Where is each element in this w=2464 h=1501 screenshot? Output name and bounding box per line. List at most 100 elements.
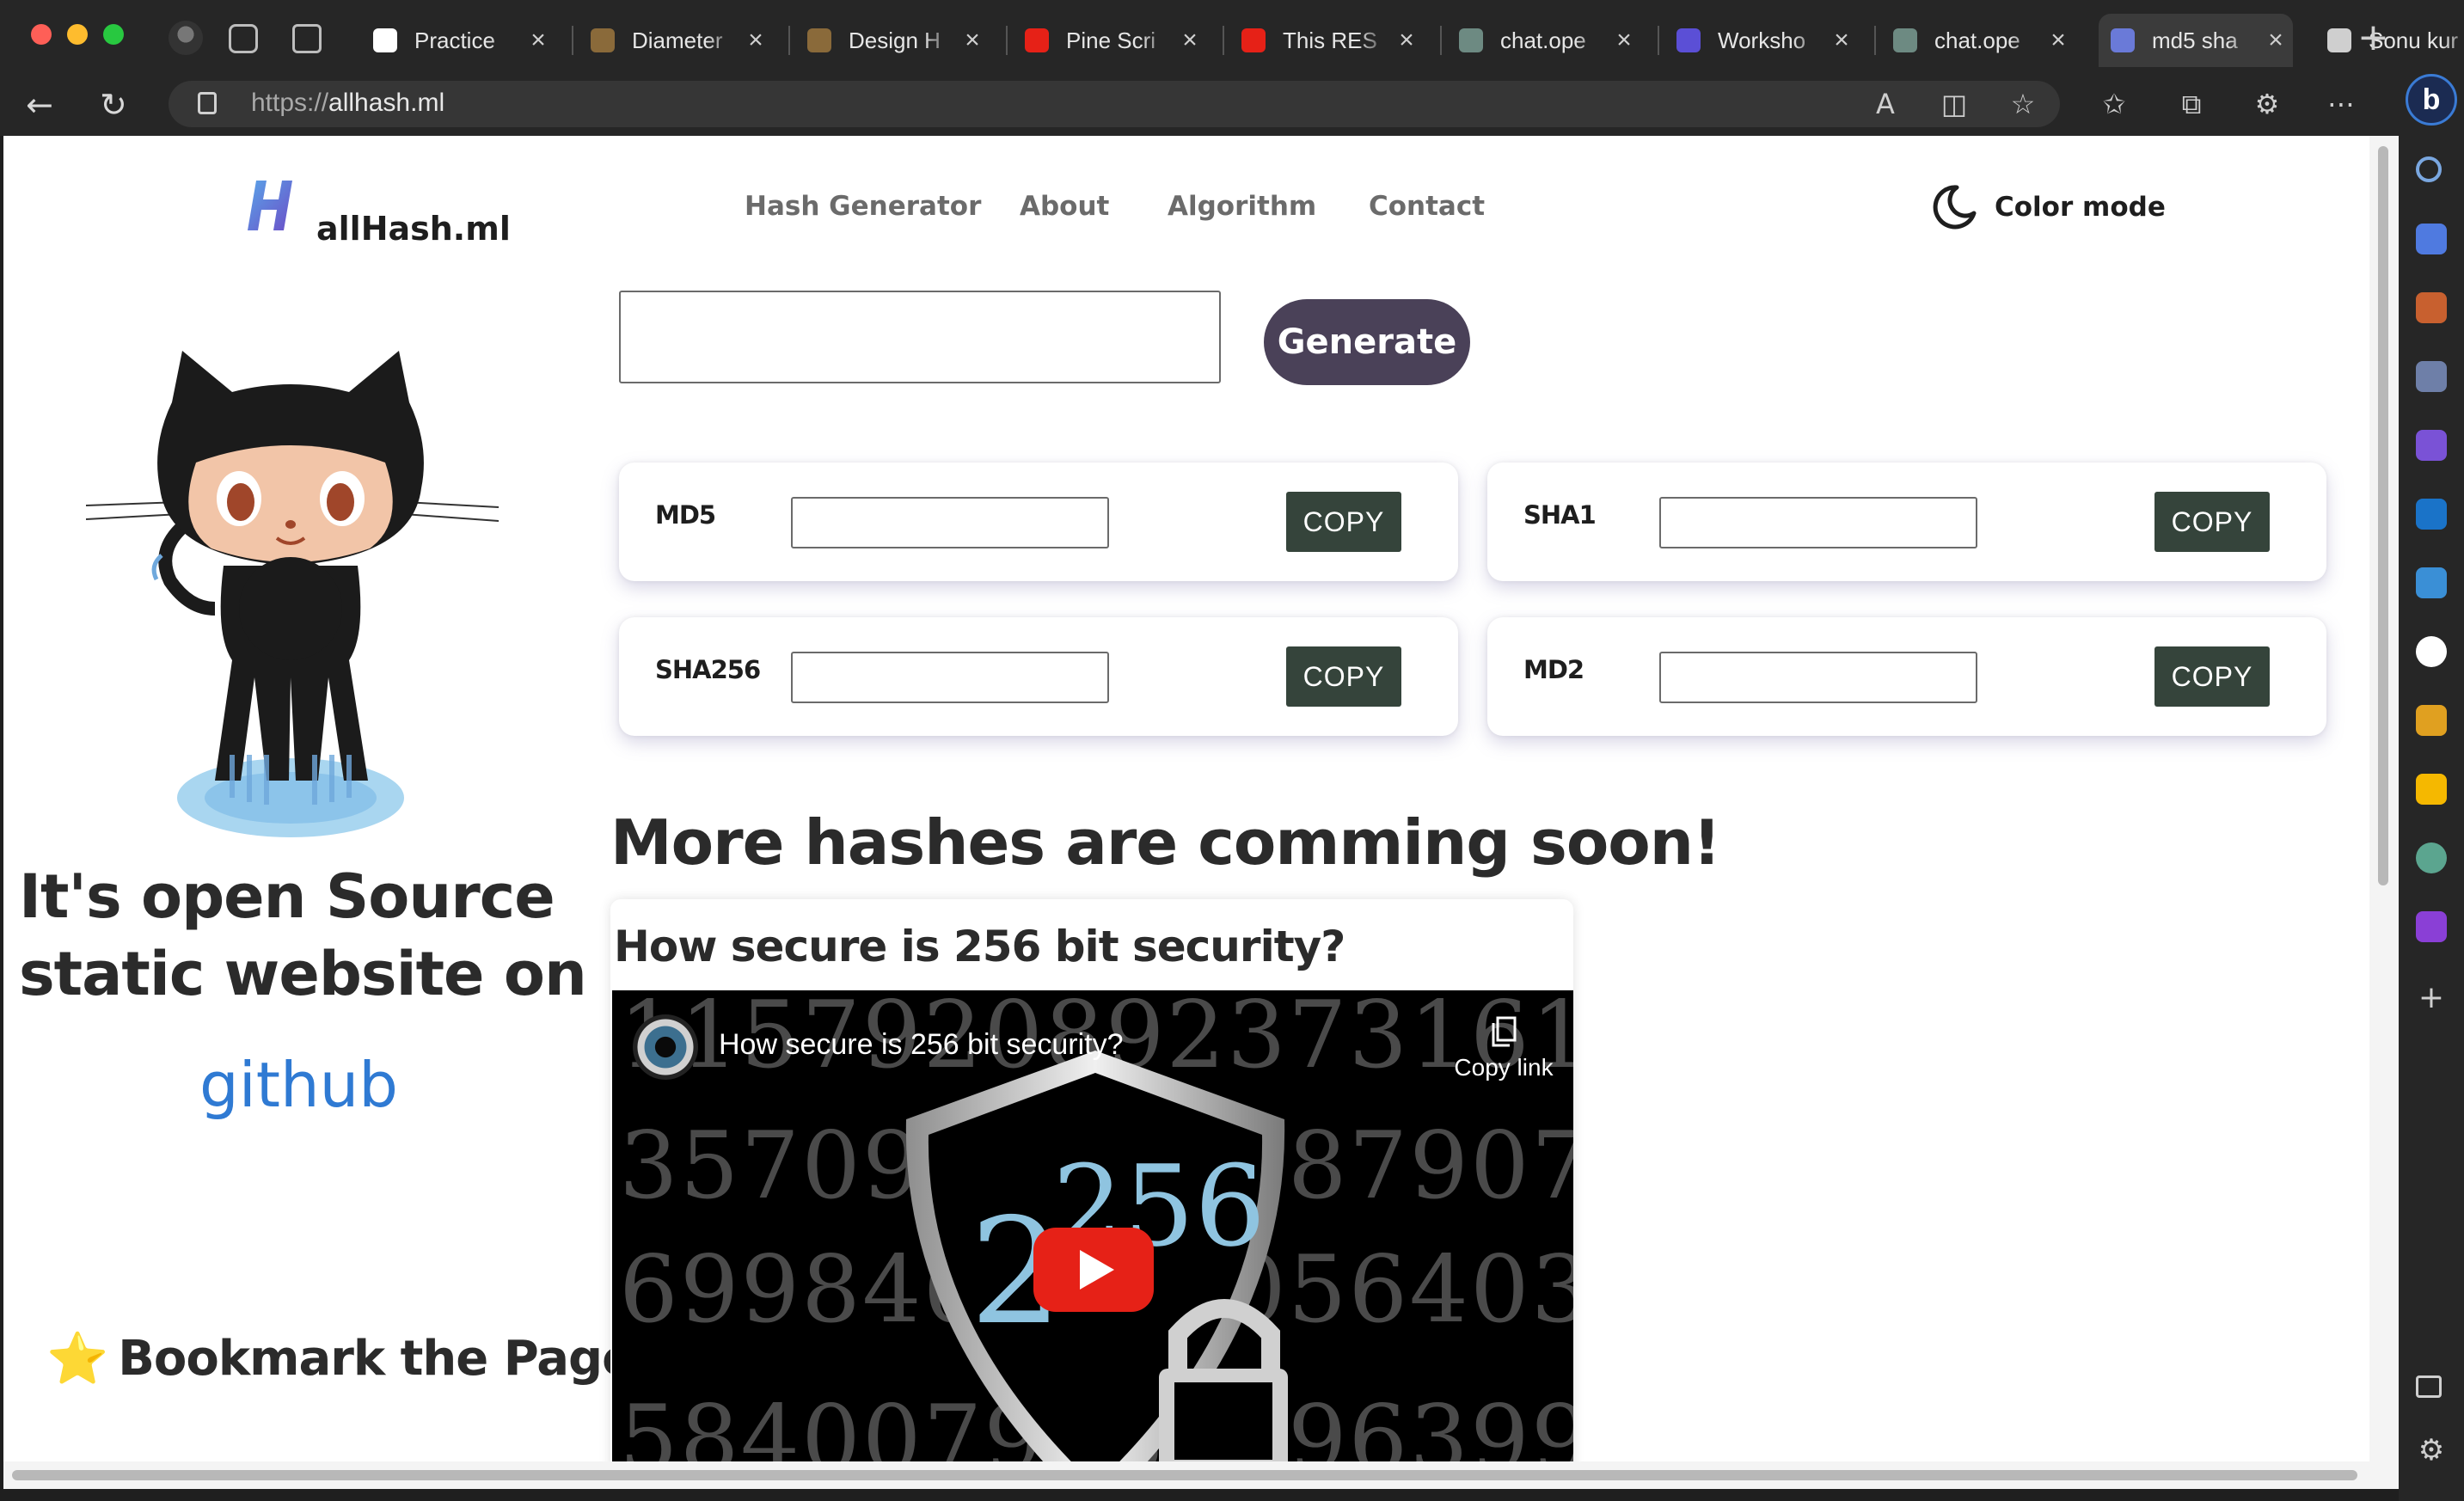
- tab-favicon-icon: [2327, 28, 2351, 52]
- outlook-icon[interactable]: [2416, 499, 2447, 530]
- color-mode-toggle[interactable]: Color mode: [1931, 184, 2166, 230]
- tab-favicon-icon: [807, 28, 831, 52]
- hide-sidebar-icon[interactable]: [2416, 1375, 2442, 1398]
- microsoft365-icon[interactable]: [2416, 430, 2447, 461]
- octocat-image: [86, 351, 499, 837]
- md5-output-field[interactable]: [791, 497, 1109, 548]
- close-tab-icon[interactable]: ×: [739, 26, 773, 55]
- hash-card-sha256: SHA256 COPY: [619, 617, 1458, 736]
- horizontal-scrollbar[interactable]: [3, 1461, 2369, 1489]
- sha256-output-field[interactable]: [791, 652, 1109, 703]
- tools-briefcase-icon[interactable]: [2416, 292, 2447, 323]
- browser-chrome: Practice × Diameter × Design H × Pine Scri × Thi…: [0, 0, 2464, 136]
- maximize-window-button[interactable]: [103, 24, 124, 45]
- shopping-tag-icon[interactable]: [2416, 224, 2447, 254]
- close-tab-icon[interactable]: ×: [2041, 26, 2075, 55]
- address-bar[interactable]: https://allhash.ml: [169, 81, 2060, 127]
- browser-tab[interactable]: This RES ×: [1229, 14, 1424, 67]
- telegram-icon[interactable]: [2416, 567, 2447, 598]
- nav-contact[interactable]: Contact: [1369, 191, 1485, 222]
- app-icon[interactable]: [2416, 911, 2447, 942]
- browser-tab[interactable]: chat.ope ×: [1881, 14, 2075, 67]
- bing-copilot-button[interactable]: b: [2399, 74, 2464, 136]
- copy-md2-button[interactable]: COPY: [2154, 646, 2270, 707]
- browser-tab[interactable]: Diameter ×: [579, 14, 773, 67]
- browser-tab[interactable]: Worksho ×: [1664, 14, 1859, 67]
- browser-tab[interactable]: Pine Scri ×: [1013, 14, 1207, 67]
- minimize-window-button[interactable]: [67, 24, 88, 45]
- close-tab-icon[interactable]: ×: [1173, 26, 1207, 55]
- tab-favicon-icon: [2111, 28, 2135, 52]
- vertical-scrollbar[interactable]: [2369, 136, 2399, 1489]
- copy-link-label: Copy link: [1454, 1054, 1554, 1081]
- close-window-button[interactable]: [31, 24, 52, 45]
- browser-tab[interactable]: Design H ×: [795, 14, 990, 67]
- allhash-logo-icon[interactable]: [248, 177, 301, 234]
- hash-text-input[interactable]: [619, 291, 1221, 383]
- browser-tab[interactable]: Practice ×: [361, 14, 555, 67]
- favorites-icon[interactable]: ✩: [2099, 89, 2129, 119]
- slack-icon[interactable]: [2416, 705, 2447, 736]
- close-tab-icon[interactable]: ×: [1607, 26, 1641, 55]
- sha1-output-field[interactable]: [1659, 497, 1977, 548]
- workspaces-icon[interactable]: [229, 24, 258, 53]
- sidebar-settings-icon[interactable]: ⚙: [2416, 1436, 2447, 1467]
- copy-md5-button[interactable]: COPY: [1286, 492, 1401, 552]
- hash-label: MD5: [655, 500, 716, 530]
- browser-tab[interactable]: Sonu kur×: [2315, 14, 2464, 67]
- favorite-star-icon[interactable]: ☆: [2008, 89, 2038, 119]
- chatgpt-icon[interactable]: [2416, 842, 2447, 873]
- close-tab-icon[interactable]: ×: [521, 26, 555, 55]
- close-tab-icon[interactable]: ×: [955, 26, 990, 55]
- tab-title: Diameter: [632, 27, 723, 53]
- tab-separator: [1658, 26, 1659, 55]
- bookmark-text: Bookmark the Page: [118, 1331, 634, 1387]
- hash-label: SHA256: [655, 655, 761, 684]
- collections-icon[interactable]: ⧉: [2177, 89, 2206, 119]
- browser-tab[interactable]: chat.ope ×: [1447, 14, 1641, 67]
- github-link[interactable]: github: [199, 1049, 398, 1121]
- close-tab-icon[interactable]: ×: [2259, 26, 2293, 55]
- nav-algorithm[interactable]: Algorithm: [1168, 191, 1316, 222]
- copy-sha256-button[interactable]: COPY: [1286, 646, 1401, 707]
- moon-icon: [1933, 185, 1977, 230]
- copy-sha1-button[interactable]: COPY: [2154, 492, 2270, 552]
- scrollbar-thumb[interactable]: [2378, 146, 2388, 885]
- read-aloud-icon[interactable]: A: [1871, 89, 1900, 119]
- tab-title: md5 sha: [2152, 27, 2238, 53]
- md2-output-field[interactable]: [1659, 652, 1977, 703]
- split-screen-icon[interactable]: ◫: [1940, 89, 1969, 119]
- search-icon[interactable]: [2416, 156, 2442, 182]
- hash-card-sha1: SHA1 COPY: [1487, 463, 2326, 581]
- back-icon[interactable]: ←: [26, 86, 53, 124]
- tab-favicon-icon: [591, 28, 615, 52]
- new-tab-button[interactable]: +: [2357, 15, 2389, 59]
- generate-button[interactable]: Generate: [1264, 299, 1470, 385]
- tab-favicon-icon: [1241, 28, 1266, 52]
- youtube-embed[interactable]: 115792089237316195423 357098500868790785…: [612, 990, 1573, 1489]
- extensions-icon[interactable]: ⚙: [2253, 89, 2282, 119]
- nav-hash-generator[interactable]: Hash Generator: [745, 191, 981, 222]
- color-mode-label: Color mode: [1995, 192, 2166, 223]
- bookmark-prompt: ⭐ Bookmark the Page: [46, 1329, 634, 1388]
- google-icon[interactable]: [2416, 636, 2447, 667]
- profile-avatar[interactable]: [169, 21, 203, 55]
- site-logo-text[interactable]: allHash.ml: [316, 210, 511, 248]
- scrollbar-thumb[interactable]: [12, 1470, 2357, 1480]
- close-tab-icon[interactable]: ×: [1824, 26, 1859, 55]
- tab-title: chat.ope: [1500, 27, 1586, 53]
- tab-bar: Practice × Diameter × Design H × Pine Scri × Thi…: [0, 0, 2464, 81]
- close-tab-icon[interactable]: ×: [1389, 26, 1424, 55]
- tab-actions-icon[interactable]: [292, 24, 322, 53]
- games-icon[interactable]: [2416, 361, 2447, 392]
- browser-tab[interactable]: md5 sha ×: [2099, 14, 2293, 67]
- copy-link-button[interactable]: Copy link: [1439, 1016, 1568, 1081]
- more-menu-icon[interactable]: ⋯: [2326, 89, 2356, 119]
- youtube-video-title[interactable]: How secure is 256 bit security?: [719, 1028, 1124, 1062]
- play-button[interactable]: [1033, 1228, 1154, 1312]
- add-sidebar-app-icon[interactable]: +: [2416, 983, 2447, 1014]
- refresh-icon[interactable]: ↻: [100, 86, 127, 124]
- channel-avatar[interactable]: [633, 1014, 698, 1080]
- keep-icon[interactable]: [2416, 774, 2447, 805]
- nav-about[interactable]: About: [1020, 191, 1109, 222]
